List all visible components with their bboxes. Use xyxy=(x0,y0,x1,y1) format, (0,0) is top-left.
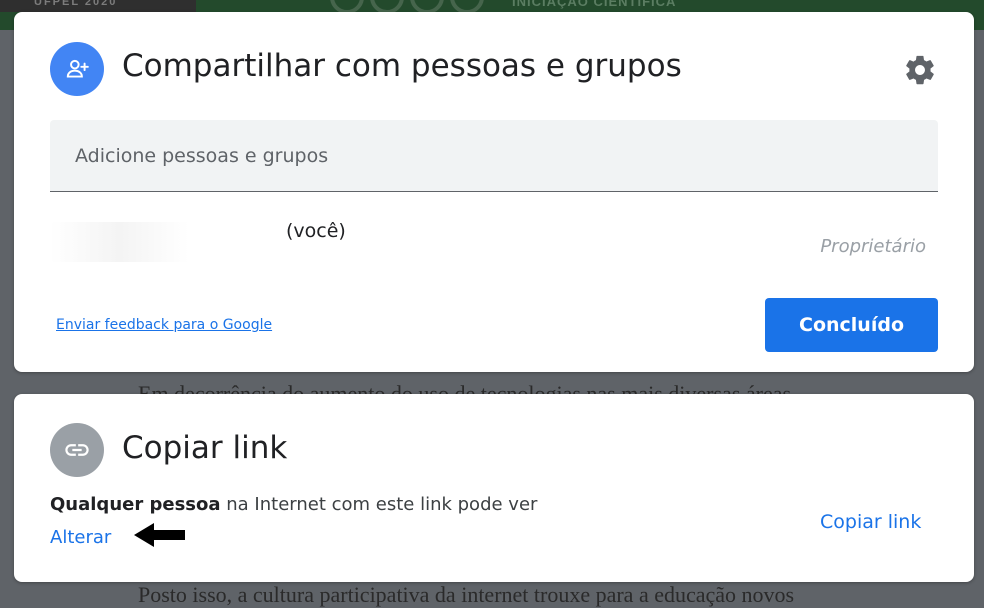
dialog-title: Compartilhar com pessoas e grupos xyxy=(122,48,682,84)
share-dialog: Compartilhar com pessoas e grupos (você)… xyxy=(14,12,974,372)
copy-link-button[interactable]: Copiar link xyxy=(808,507,933,537)
dialog-title: Copiar link xyxy=(122,430,288,466)
owner-role: Proprietário xyxy=(820,236,926,257)
gear-icon xyxy=(906,55,934,85)
access-description: Qualquer pessoa na Internet com este lin… xyxy=(50,494,537,515)
owner-row: (você) Proprietário xyxy=(50,212,938,272)
owner-you-label: (você) xyxy=(286,220,346,242)
feedback-link[interactable]: Enviar feedback para o Google xyxy=(56,317,272,333)
settings-button[interactable] xyxy=(900,50,940,90)
link-icon xyxy=(50,423,104,477)
owner-name-redacted xyxy=(50,222,282,262)
access-detail: na Internet com este link pode ver xyxy=(220,494,538,515)
copy-link-dialog: Copiar link Qualquer pessoa na Internet … xyxy=(14,394,974,582)
arrow-left-icon xyxy=(134,523,185,547)
background-paragraph: Posto isso, a cultura participativa da i… xyxy=(138,582,795,607)
access-scope: Qualquer pessoa xyxy=(50,494,221,515)
background-logo-text: UFPEL 2020 xyxy=(34,0,118,8)
add-people-field[interactable] xyxy=(50,120,938,192)
background-logo: UFPEL 2020 xyxy=(0,0,196,12)
done-button[interactable]: Concluído xyxy=(765,298,938,352)
add-people-input[interactable] xyxy=(50,120,938,191)
person-add-icon xyxy=(50,42,104,96)
background-banner-text: INICIAÇÃO CIENTÍFICA xyxy=(512,0,677,9)
change-access-link[interactable]: Alterar xyxy=(50,527,111,548)
